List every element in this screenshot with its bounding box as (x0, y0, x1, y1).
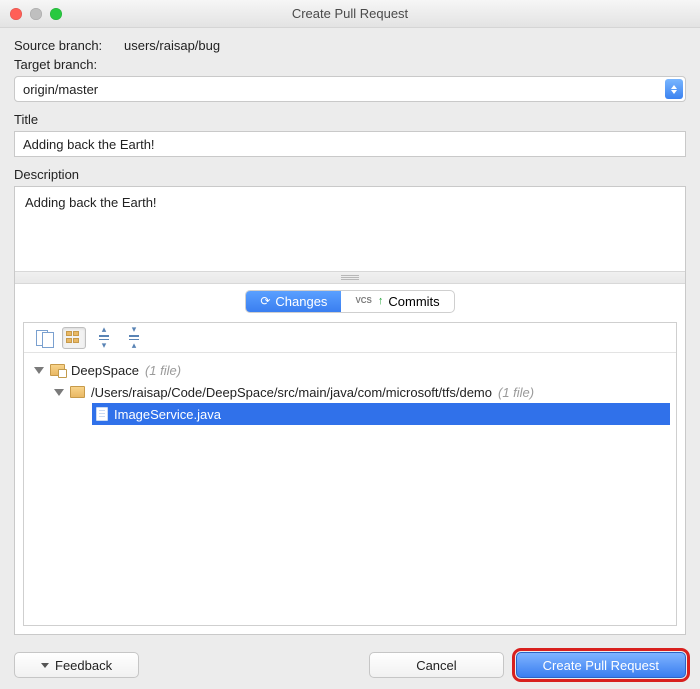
dialog-footer: Feedback Cancel Create Pull Request (0, 641, 700, 689)
file-icon (96, 407, 108, 421)
dialog-content: Source branch: users/raisap/bug Target b… (0, 28, 700, 641)
chevron-down-icon[interactable] (54, 389, 64, 396)
group-by-directory-button[interactable] (62, 327, 86, 349)
target-branch-label: Target branch: (14, 57, 124, 72)
tabbar: ⟳ Changes VCS ↑ Commits (15, 284, 685, 318)
target-branch-value: origin/master (23, 82, 98, 97)
splitter-handle[interactable] (15, 271, 685, 284)
cancel-label: Cancel (416, 658, 456, 673)
tree-path-name: /Users/raisap/Code/DeepSpace/src/main/ja… (91, 385, 492, 400)
source-branch-value: users/raisap/bug (124, 38, 220, 53)
chevron-down-icon[interactable] (34, 367, 44, 374)
expand-all-button[interactable]: ▴▾ (92, 327, 116, 349)
folders-grid-icon (66, 331, 82, 345)
create-pull-request-button[interactable]: Create Pull Request (516, 652, 686, 678)
tree-file-name: ImageService.java (114, 407, 221, 422)
tab-commits[interactable]: VCS ↑ Commits (341, 291, 453, 312)
tree-node-file[interactable]: ImageService.java (92, 403, 670, 425)
chevron-updown-icon (665, 79, 683, 99)
diff-button[interactable] (32, 327, 56, 349)
window-title: Create Pull Request (0, 6, 700, 21)
tree-root-name: DeepSpace (71, 363, 139, 378)
changes-toolbar: ▴▾ ▾▴ (24, 323, 676, 353)
tree-root-hint: (1 file) (145, 363, 181, 378)
description-panel: Adding back the Earth! ⟳ Changes VCS ↑ (14, 186, 686, 635)
source-branch-row: Source branch: users/raisap/bug (14, 38, 686, 53)
tree-node-path[interactable]: /Users/raisap/Code/DeepSpace/src/main/ja… (50, 381, 670, 403)
vcs-icon: VCS (355, 297, 371, 305)
tree-node-root[interactable]: DeepSpace (1 file) (30, 359, 670, 381)
folder-icon (70, 386, 85, 398)
chevron-down-icon (41, 663, 49, 668)
expand-icon: ▴▾ (97, 325, 111, 350)
changes-pane: ▴▾ ▾▴ DeepSpace (1 file) (23, 322, 677, 626)
titlebar: Create Pull Request (0, 0, 700, 28)
tab-changes[interactable]: ⟳ Changes (246, 291, 341, 312)
folder-icon (50, 364, 65, 376)
target-branch-label-row: Target branch: (14, 57, 686, 72)
create-label: Create Pull Request (543, 658, 659, 673)
feedback-label: Feedback (55, 658, 112, 673)
tab-changes-label: Changes (275, 294, 327, 309)
cancel-button[interactable]: Cancel (369, 652, 503, 678)
tab-commits-label: Commits (388, 294, 439, 309)
collapse-icon: ▾▴ (127, 325, 141, 350)
changes-tree[interactable]: DeepSpace (1 file) /Users/raisap/Code/De… (24, 353, 676, 625)
title-input[interactable] (14, 131, 686, 157)
collapse-all-button[interactable]: ▾▴ (122, 327, 146, 349)
title-label: Title (14, 112, 686, 127)
description-label: Description (14, 167, 686, 182)
changes-area: ⟳ Changes VCS ↑ Commits (15, 284, 685, 634)
target-branch-select[interactable]: origin/master (14, 76, 686, 102)
description-textarea[interactable]: Adding back the Earth! (15, 187, 685, 271)
tree-path-hint: (1 file) (498, 385, 534, 400)
feedback-button[interactable]: Feedback (14, 652, 139, 678)
refresh-icon: ⟳ (260, 294, 270, 308)
arrow-up-icon: ↑ (378, 295, 384, 307)
source-branch-label: Source branch: (14, 38, 124, 53)
create-pull-request-dialog: Create Pull Request Source branch: users… (0, 0, 700, 689)
